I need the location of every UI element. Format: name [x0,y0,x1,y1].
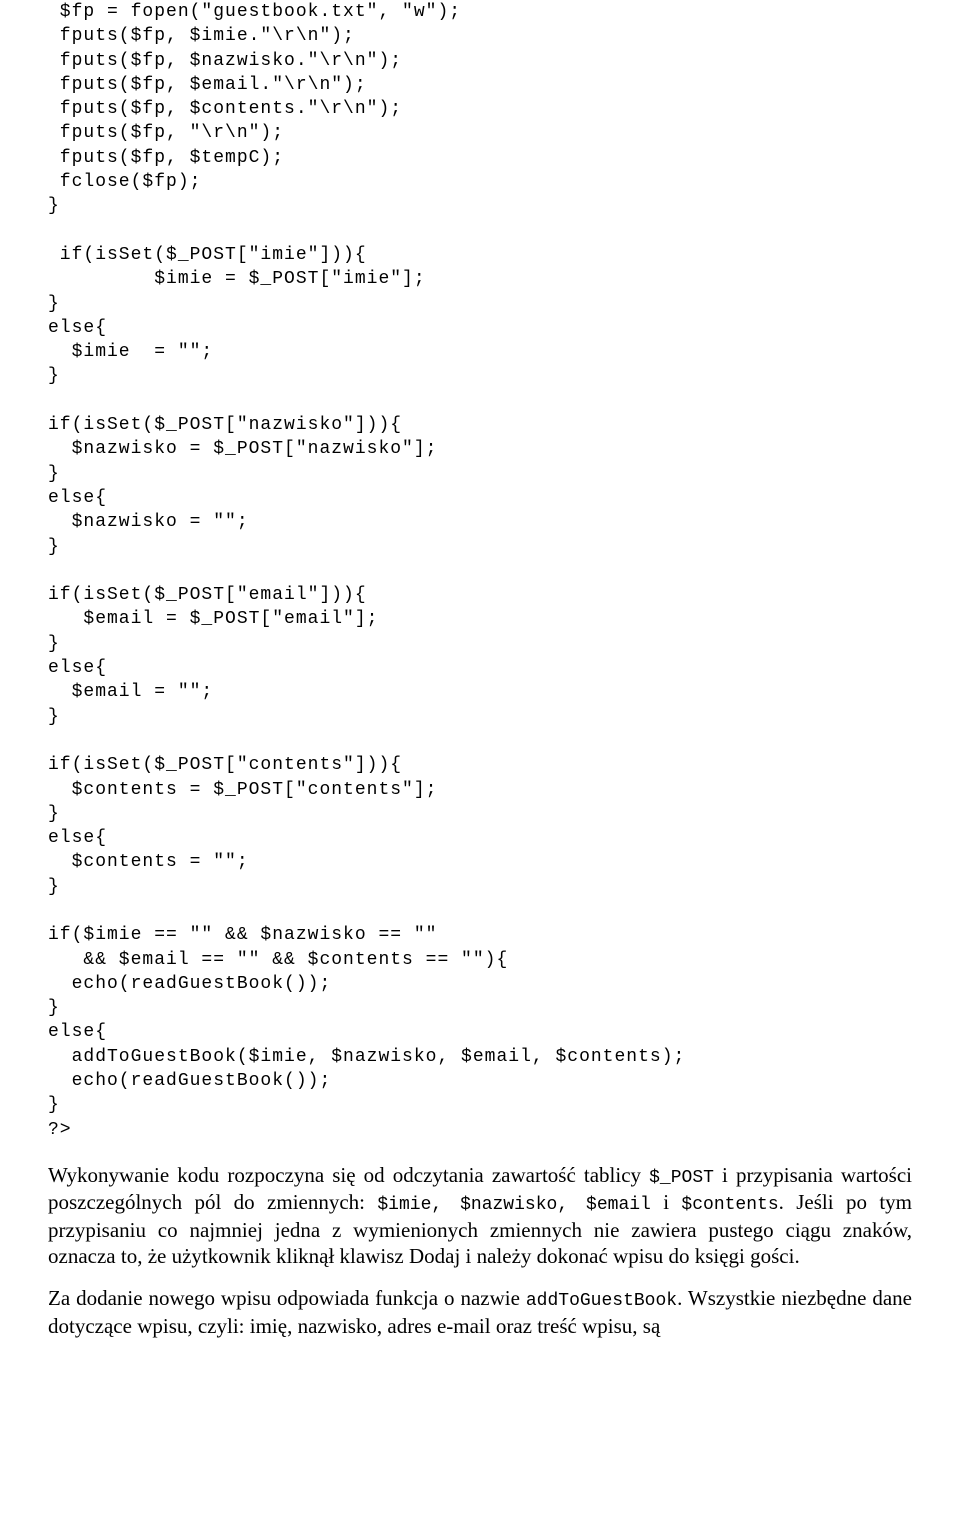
para1-text-a: Wykonywanie kodu rozpoczyna się od odczy… [48,1163,649,1187]
para1-text-e: i [651,1190,682,1214]
code-block: $fp = fopen("guestbook.txt", "w"); fputs… [48,0,912,1142]
paragraph-2: Za dodanie nowego wpisu odpowiada funkcj… [48,1285,912,1339]
para1-code-f: $contents [681,1195,778,1215]
para1-code-d: $imie, $nazwisko, $email [377,1195,650,1215]
para2-code-b: addToGuestBook [526,1291,677,1311]
paragraph-1: Wykonywanie kodu rozpoczyna się od odczy… [48,1162,912,1270]
para2-text-a: Za dodanie nowego wpisu odpowiada funkcj… [48,1286,526,1310]
para1-code-b: $_POST [649,1168,714,1188]
